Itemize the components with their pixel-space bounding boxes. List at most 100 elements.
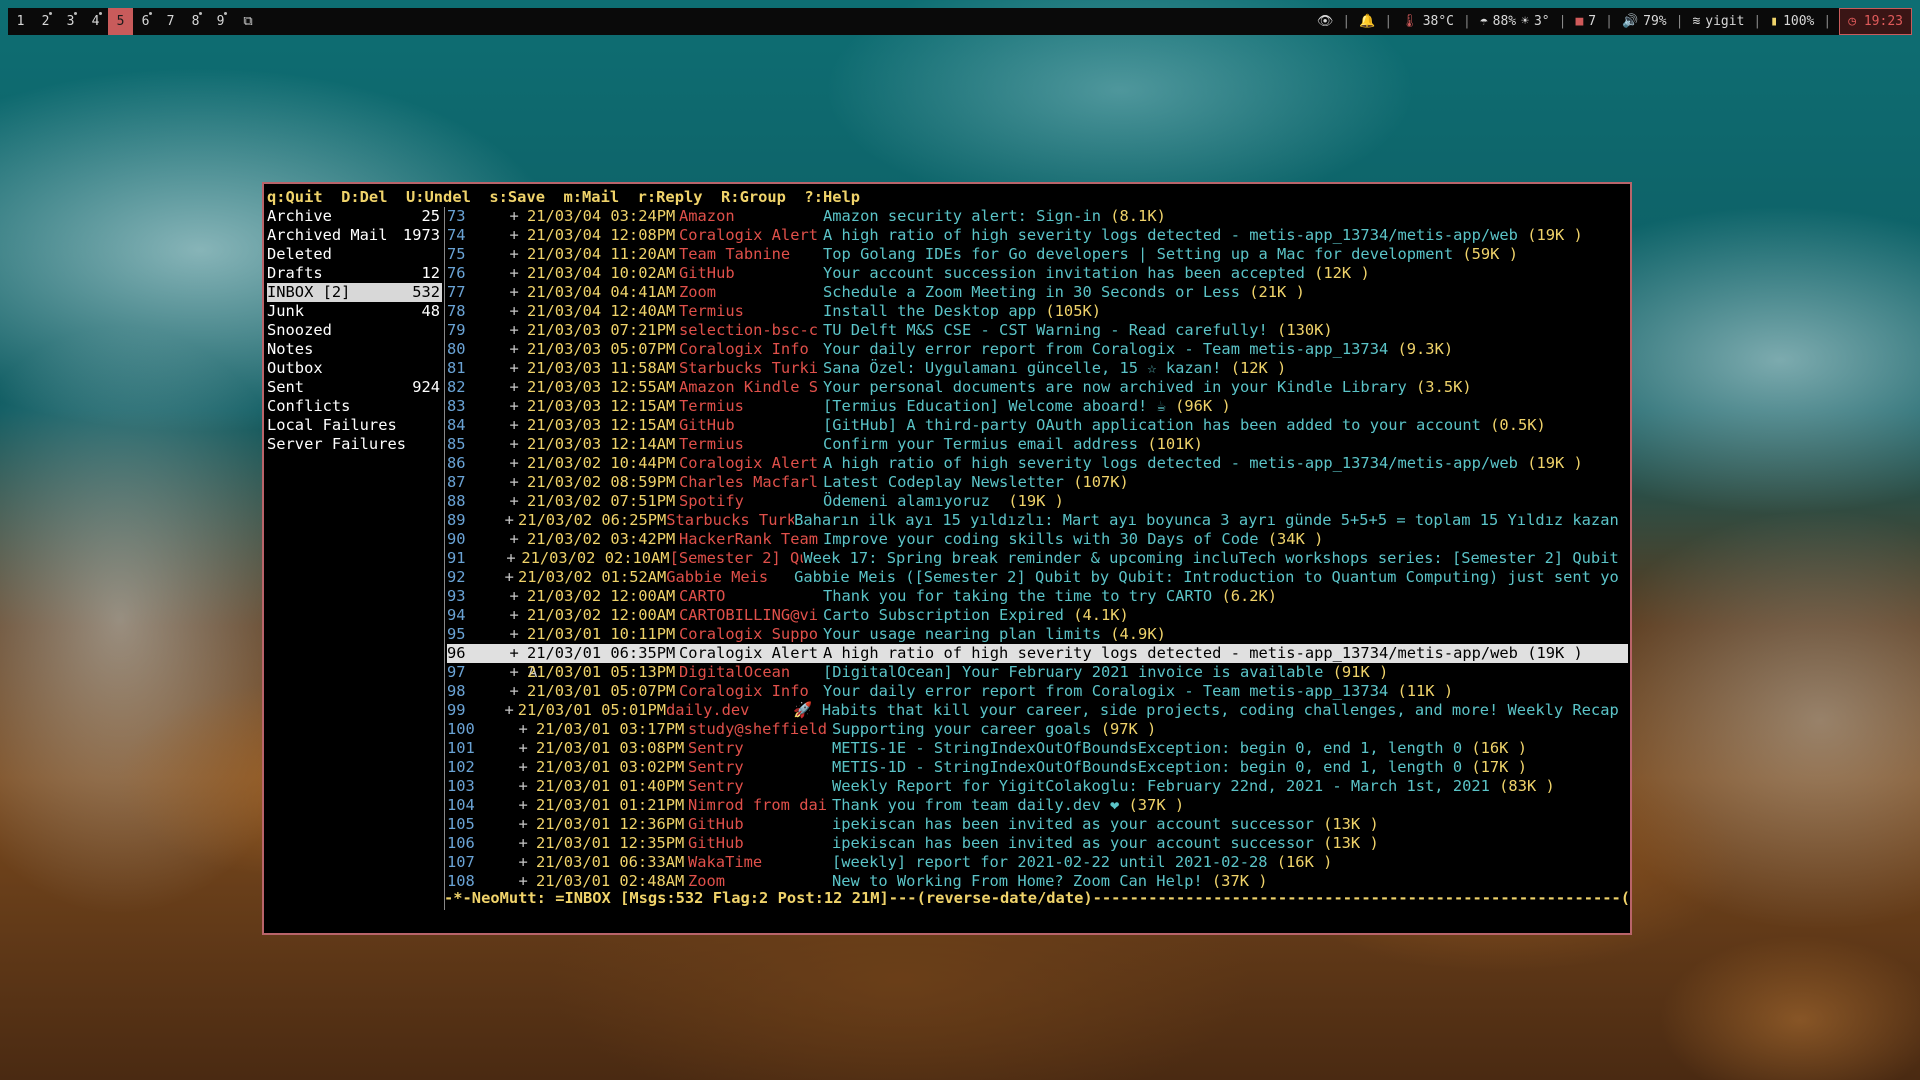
message-number: 99 [447, 701, 466, 719]
mailbox-item[interactable]: Local Failures [267, 416, 442, 435]
message-subject: METIS-1E - StringIndexOutOfBoundsExcepti… [832, 739, 1472, 757]
message-size: (105K) [1045, 302, 1101, 320]
message-row[interactable]: 101 +21/03/01 03:08PM Sentry METIS-1E - St… [447, 739, 1628, 758]
message-row[interactable]: 81 +21/03/03 11:58AM Starbucks Turki Sana … [447, 359, 1628, 378]
mailbox-item[interactable]: Conflicts [267, 397, 442, 416]
mailbox-item[interactable]: INBOX [2] 532 [267, 283, 442, 302]
mailbox-item[interactable]: Drafts 12 [267, 264, 442, 283]
message-row[interactable]: 79 +21/03/03 07:21PM selection-bsc-c TU De… [447, 321, 1628, 340]
workspace-2[interactable]: 2 [33, 8, 58, 35]
workspace-7[interactable]: 7 [158, 8, 183, 35]
message-row[interactable]: 107 +21/03/01 06:33AM WakaTime [weekly] re… [447, 853, 1628, 872]
message-row[interactable]: 90 +21/03/02 03:42PM HackerRank Team Impro… [447, 530, 1628, 549]
workspace-6[interactable]: 6 [133, 8, 158, 35]
mailbox-item[interactable]: Server Failures [267, 435, 442, 454]
message-row[interactable]: 99 +21/03/01 05:01PM daily.dev 🚀 Habits th… [447, 701, 1628, 720]
message-row[interactable]: 104 +21/03/01 01:21PM Nimrod from dai Than… [447, 796, 1628, 815]
message-flags: + [487, 549, 516, 567]
message-row[interactable]: 87 +21/03/02 08:59PM Charles Macfarl Lates… [447, 473, 1628, 492]
message-row[interactable]: 85 +21/03/03 12:14AM Termius Confirm your … [447, 435, 1628, 454]
message-row[interactable]: 74 +21/03/04 12:08PM Coralogix Alert A hig… [447, 226, 1628, 245]
message-size: (17K ) [1471, 758, 1527, 776]
message-row[interactable]: 91 +21/03/02 02:10AM [Semester 2] Qu Week … [447, 549, 1628, 568]
message-row[interactable]: 94 +21/03/02 12:00AM CARTOBILLING@vi Carto… [447, 606, 1628, 625]
cpu-value: 7 [1588, 14, 1597, 29]
mailbox-item[interactable]: Snoozed [267, 321, 442, 340]
message-number: 80 [447, 340, 466, 358]
message-sender: Nimrod from dai [688, 796, 827, 814]
message-row[interactable]: 82 +21/03/03 12:55AM Amazon Kindle S Your … [447, 378, 1628, 397]
message-flags: + [491, 378, 519, 396]
mailbox-item[interactable]: Archived Mail 1973 [267, 226, 442, 245]
message-row[interactable]: 103 +21/03/01 01:40PM Sentry Weekly Report… [447, 777, 1628, 796]
message-row[interactable]: 96 +21/03/01 06:35PM Coralogix Alert A hig… [447, 644, 1628, 663]
workspace-5[interactable]: 5 [108, 8, 133, 35]
mailbox-count: 924 [412, 378, 440, 396]
layout-icon[interactable]: ⧉ [233, 8, 263, 35]
message-row[interactable]: 106 +21/03/01 12:35PM GitHub ipekiscan has… [447, 834, 1628, 853]
message-row[interactable]: 105 +21/03/01 12:36PM GitHub ipekiscan has… [447, 815, 1628, 834]
message-subject: [Termius Education] Welcome aboard! ☕ [823, 397, 1176, 415]
message-subject: Weekly Report for YigitColakoglu: Februa… [832, 777, 1500, 795]
workspace-4[interactable]: 4 [83, 8, 108, 35]
message-size: (12K ) [1314, 264, 1370, 282]
message-subject: Top Golang IDEs for Go developers | Sett… [823, 245, 1463, 263]
message-size: (19K ) [1527, 644, 1583, 662]
message-row[interactable]: 73 +21/03/04 03:24PM Amazon Amazon securit… [447, 207, 1628, 226]
workspace-8[interactable]: 8 [183, 8, 208, 35]
workspace-1[interactable]: 1 [8, 8, 33, 35]
message-size: (4.9K) [1110, 625, 1166, 643]
message-row[interactable]: 83 +21/03/03 12:15AM Termius [Termius Educ… [447, 397, 1628, 416]
message-row[interactable]: 86 +21/03/02 10:44PM Coralogix Alert A hig… [447, 454, 1628, 473]
message-sender: Gabbie Meis [666, 568, 769, 586]
message-number: 96 [447, 644, 466, 662]
mailbox-item[interactable]: Archive 25 [267, 207, 442, 226]
message-row[interactable]: 88 +21/03/02 07:51PM Spotify Ödemeni alamı… [447, 492, 1628, 511]
mailbox-item[interactable]: Junk 48 [267, 302, 442, 321]
message-number: 75 [447, 245, 466, 263]
message-date: 21/03/02 03:42PM [527, 530, 676, 548]
message-row[interactable]: 77 +21/03/04 04:41AM Zoom Schedule a Zoom … [447, 283, 1628, 302]
message-row[interactable]: 100 +21/03/01 03:17PM study@sheffield Supp… [447, 720, 1628, 739]
mailbox-item[interactable]: Notes [267, 340, 442, 359]
message-sender: DigitalOcean [679, 663, 791, 681]
speaker-icon: 🔊 [1621, 14, 1639, 29]
battery-value: 100% [1783, 14, 1815, 29]
message-flags: + [500, 777, 528, 795]
workspace-9[interactable]: 9 [208, 8, 233, 35]
neomutt-terminal-window[interactable]: q:Quit D:Del U:Undel s:Save m:Mail r:Rep… [262, 182, 1632, 935]
message-row[interactable]: 102 +21/03/01 03:02PM Sentry METIS-1D - St… [447, 758, 1628, 777]
message-subject: [weekly] report for 2021-02-22 until 202… [832, 853, 1277, 871]
message-size: (59K ) [1462, 245, 1518, 263]
message-date: 21/03/02 06:25PM [518, 511, 667, 529]
message-date: 21/03/03 11:58AM [527, 359, 676, 377]
message-flags: + [491, 321, 519, 339]
message-row[interactable]: 84 +21/03/03 12:15AM GitHub [GitHub] A thi… [447, 416, 1628, 435]
precipitation-value: 88% [1492, 14, 1517, 29]
mailbox-item[interactable]: Outbox [267, 359, 442, 378]
message-row[interactable]: 89 +21/03/02 06:25PM Starbucks Turki Bahar… [447, 511, 1628, 530]
message-row[interactable]: 80 +21/03/03 05:07PM Coralogix Info Your d… [447, 340, 1628, 359]
message-size: (8.1K) [1110, 207, 1166, 225]
message-row[interactable]: 78 +21/03/04 12:40AM Termius Install the D… [447, 302, 1628, 321]
message-row[interactable]: 92 +21/03/02 01:52AM Gabbie Meis Gabbie Me… [447, 568, 1628, 587]
message-flags: + [491, 226, 519, 244]
message-row[interactable]: 97 + A 21/03/01 05:13PM DigitalOcean [Digit… [447, 663, 1628, 682]
message-number: 91 [447, 549, 466, 567]
mailbox-item[interactable]: Sent 924 [267, 378, 442, 397]
clock-time: 19:23 [1863, 14, 1903, 29]
message-row[interactable]: 76 +21/03/04 10:02AM GitHub Your account s… [447, 264, 1628, 283]
message-subject: Sana Özel: Uygulamanı güncelle, 15 ☆ kaz… [823, 359, 1231, 377]
message-row[interactable]: 75 +21/03/04 11:20AM Team Tabnine Top Gola… [447, 245, 1628, 264]
volume-value: 79% [1643, 14, 1667, 29]
message-row[interactable]: 98 +21/03/01 05:07PM Coralogix Info Your d… [447, 682, 1628, 701]
message-number: 97 [447, 663, 466, 681]
sun-icon: ☀ [1521, 14, 1529, 29]
message-number: 78 [447, 302, 466, 320]
mailbox-item[interactable]: Deleted [267, 245, 442, 264]
clock-icon: ◷ [1848, 14, 1857, 29]
message-row[interactable]: 93 +21/03/02 12:00AM CARTO Thank you for t… [447, 587, 1628, 606]
message-row[interactable]: 95 +21/03/01 10:11PM Coralogix Suppo Your … [447, 625, 1628, 644]
workspace-3[interactable]: 3 [58, 8, 83, 35]
message-flags: + [500, 853, 528, 871]
